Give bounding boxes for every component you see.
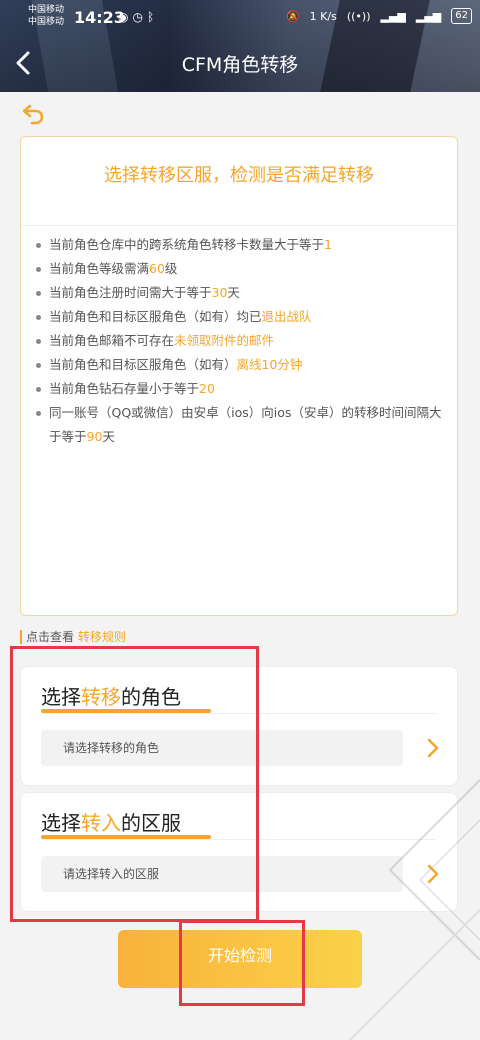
highlight-box	[10, 646, 259, 922]
app-header: 中国移动 中国移动 14:23 ◉◷ᛒ 🔕 1 K/s ((•)) ▂▄▆ ▂▄…	[0, 0, 480, 92]
rules-link-row: 点击查看 转移规则	[20, 630, 126, 644]
mute-icon: 🔕	[285, 9, 300, 23]
page-title: CFM角色转移	[181, 54, 299, 76]
condition-item: 当前角色仓库中的跨系统角色转移卡数量大于等于1	[33, 233, 443, 257]
condition-item: 同一账号（QQ或微信）由安卓（ios）向ios（安卓）的转移时间间隔大于等于90…	[33, 401, 443, 449]
condition-item: 当前角色等级需满60级	[33, 257, 443, 281]
condition-item: 当前角色和目标区服角色（如有）均已退出战队	[33, 305, 443, 329]
battery-icon: 62	[451, 8, 472, 24]
conditions-list: 当前角色仓库中的跨系统角色转移卡数量大于等于1 当前角色等级需满60级 当前角色注册…	[33, 233, 443, 449]
condition-item: 当前角色邮箱不可存在未领取附件的邮件	[33, 329, 443, 353]
bluetooth-icon: ᛒ	[146, 10, 159, 24]
net-speed: 1 K/s	[309, 9, 337, 23]
signal-icon: ▂▄▆	[415, 9, 442, 23]
condition-item: 当前角色钻石存量小于等于20	[33, 377, 443, 401]
conditions-title: 选择转移区服，检测是否满足转移	[104, 165, 374, 186]
wifi-icon: ((•))	[346, 9, 371, 23]
status-bar: 中国移动 中国移动 14:23 ◉◷ᛒ 🔕 1 K/s ((•)) ▂▄▆ ▂▄…	[0, 0, 480, 34]
status-icons: ◉◷ᛒ	[118, 10, 158, 24]
background-decoration	[349, 779, 480, 1040]
highlight-box	[179, 920, 305, 1006]
chevron-right-icon[interactable]	[423, 733, 443, 763]
transfer-rules-link[interactable]: 转移规则	[78, 630, 126, 644]
carrier-info: 中国移动 中国移动	[28, 5, 65, 27]
eye-icon: ◉	[118, 10, 133, 24]
system-icons: 🔕 1 K/s ((•)) ▂▄▆ ▂▄▆ 62	[286, 8, 472, 24]
return-icon[interactable]	[20, 102, 48, 126]
conditions-card: 选择转移区服，检测是否满足转移 当前角色仓库中的跨系统角色转移卡数量大于等于1 当…	[20, 136, 458, 616]
alarm-icon: ◷	[132, 10, 147, 24]
condition-item: 当前角色和目标区服角色（如有）离线10分钟	[33, 353, 443, 377]
signal-icon: ▂▄▆	[380, 9, 406, 23]
condition-item: 当前角色注册时间需大于等于30天	[33, 281, 443, 305]
